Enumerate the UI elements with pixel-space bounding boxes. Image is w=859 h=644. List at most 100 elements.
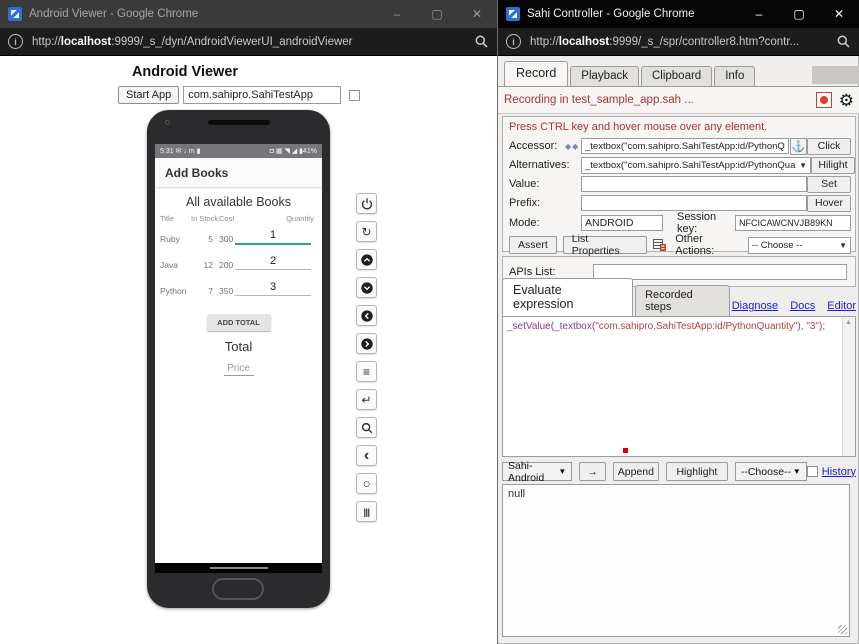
hilight-button[interactable]: Hilight: [811, 156, 855, 174]
circle-up-icon[interactable]: [356, 249, 377, 270]
resize-handle-icon[interactable]: [838, 625, 847, 634]
circle-down-icon[interactable]: [356, 277, 377, 298]
tab-clipboard[interactable]: Clipboard: [640, 66, 713, 86]
close-button[interactable]: ✕: [819, 0, 859, 28]
tab-playback[interactable]: Playback: [570, 66, 639, 86]
power-icon[interactable]: [356, 193, 377, 214]
anchor-icon[interactable]: ⚓: [790, 137, 807, 155]
choose-select[interactable]: --Choose-- ▼: [734, 462, 807, 481]
language-select[interactable]: Sahi-Android ▼: [502, 460, 573, 484]
book-stock: 5: [208, 234, 213, 244]
page-info-icon[interactable]: i: [8, 34, 23, 49]
search-icon[interactable]: [356, 417, 377, 438]
list-properties-button[interactable]: List Properties: [562, 233, 648, 257]
gear-icon[interactable]: ⚙: [839, 92, 854, 109]
hover-button[interactable]: Hover: [807, 194, 851, 212]
left-url-bar[interactable]: i http://localhost:9999/_s_/dyn/AndroidV…: [0, 28, 497, 56]
speaker-slot: [208, 120, 270, 125]
quantity-input[interactable]: 3: [235, 281, 311, 296]
accessor-input[interactable]: [581, 138, 790, 154]
enter-icon[interactable]: ↵: [356, 389, 377, 410]
output-value: null: [508, 488, 526, 500]
maximize-button[interactable]: ▢: [779, 0, 819, 28]
close-button[interactable]: ✕: [457, 0, 497, 28]
left-titlebar[interactable]: Android Viewer - Google Chrome – ▢ ✕: [0, 0, 497, 28]
right-titlebar[interactable]: Sahi Controller - Google Chrome – ▢ ✕: [498, 0, 859, 28]
left-url[interactable]: http://localhost:9999/_s_/dyn/AndroidVie…: [32, 36, 474, 48]
diagnose-link[interactable]: Diagnose: [732, 300, 778, 312]
search-icon[interactable]: [474, 34, 489, 49]
controller-content: Record Playback Clipboard Info Recording…: [498, 56, 859, 644]
record-button[interactable]: [815, 92, 832, 108]
camera-icon: [165, 120, 170, 125]
circle-right-icon[interactable]: [356, 333, 377, 354]
history-checkbox[interactable]: [806, 466, 818, 477]
recents-icon[interactable]: |||: [356, 501, 377, 522]
accessor-marker-icon[interactable]: ◆◆: [565, 142, 581, 151]
alternatives-select[interactable]: _textbox("com.sahipro.SahiTestApp:id/Pyt…: [581, 156, 811, 174]
tab-info[interactable]: Info: [714, 66, 756, 86]
append-button[interactable]: Append: [612, 462, 659, 481]
editor-link[interactable]: Editor: [827, 300, 856, 312]
chevron-down-icon: ▼: [792, 467, 801, 476]
menu-icon[interactable]: ≡: [356, 361, 377, 382]
controller-tabs: Record Playback Clipboard Info: [498, 61, 859, 86]
right-url[interactable]: http://localhost:9999/_s_/spr/controller…: [530, 36, 836, 48]
app-package-input[interactable]: [183, 86, 342, 104]
assert-button[interactable]: Assert: [509, 236, 557, 254]
refresh-icon[interactable]: ↻: [356, 221, 377, 242]
left-window-title: Android Viewer - Google Chrome: [29, 8, 199, 20]
apis-list-input[interactable]: [593, 263, 847, 280]
run-arrow-button[interactable]: →: [579, 462, 606, 481]
search-icon[interactable]: [836, 34, 851, 49]
value-input[interactable]: [581, 176, 807, 192]
add-total-button[interactable]: ADD TOTAL: [206, 314, 271, 331]
quantity-input[interactable]: 1: [235, 229, 311, 245]
highlight-button[interactable]: Highlight: [665, 462, 728, 481]
scroll-up-icon[interactable]: ▲: [845, 319, 852, 326]
set-button[interactable]: Set: [807, 175, 851, 193]
circle-left-icon[interactable]: [356, 305, 377, 326]
tab-record[interactable]: Record: [504, 61, 569, 86]
session-key-input[interactable]: [735, 215, 851, 231]
back-icon[interactable]: ‹: [356, 445, 377, 466]
viewer-checkbox[interactable]: [349, 89, 361, 101]
tab-recorded-steps[interactable]: Recorded steps: [635, 285, 730, 316]
record-dot-icon: [819, 96, 828, 104]
book-cost: 350: [219, 286, 234, 296]
home-button[interactable]: [212, 578, 264, 600]
expression-line: _setValue(_textbox("com.sahipro.SahiTest…: [507, 321, 826, 332]
home-circle-icon[interactable]: ○: [356, 473, 377, 494]
scrollbar[interactable]: ▲: [842, 317, 855, 456]
quantity-input[interactable]: 2: [235, 255, 311, 270]
page-info-icon[interactable]: i: [506, 34, 521, 49]
desktop: Android Viewer - Google Chrome – ▢ ✕ i h…: [0, 0, 859, 644]
book-cost: 300: [219, 234, 234, 244]
right-url-bar[interactable]: i http://localhost:9999/_s_/spr/controll…: [498, 28, 859, 56]
book-title: Ruby: [160, 234, 180, 244]
sahi-favicon: [506, 7, 520, 21]
tab-evaluate-expression[interactable]: Evaluate expression: [502, 278, 634, 316]
minimize-button[interactable]: –: [739, 0, 779, 28]
minimize-button[interactable]: –: [377, 0, 417, 28]
mode-input[interactable]: [581, 215, 663, 231]
book-stock: 12: [203, 260, 213, 270]
output-area[interactable]: null: [502, 484, 850, 637]
android-screen[interactable]: 5:31 ✉ ↓ m ▮ ◘ ▦ ◥ ◢ ▮41% Add Books All …: [155, 144, 322, 573]
page-title: Android Viewer: [131, 64, 239, 80]
maximize-button[interactable]: ▢: [417, 0, 457, 28]
book-title: Java: [160, 260, 178, 270]
accessor-group: Press CTRL key and hover mouse over any …: [502, 116, 856, 257]
total-label: Total: [224, 339, 253, 354]
history-link[interactable]: History: [822, 466, 856, 478]
prefix-input[interactable]: [581, 195, 807, 211]
book-title: Python: [160, 286, 187, 296]
start-app-button[interactable]: Start App: [118, 86, 180, 104]
other-actions-select[interactable]: -- Choose -- ▼: [747, 236, 851, 254]
evaluate-expression-area[interactable]: _setValue(_textbox("com.sahipro.SahiTest…: [502, 316, 856, 457]
docs-link[interactable]: Docs: [790, 300, 815, 312]
click-button[interactable]: Click: [807, 137, 851, 155]
script-table-icon[interactable]: [653, 238, 667, 252]
price-input[interactable]: Price: [223, 363, 254, 376]
status-bar: 5:31 ✉ ↓ m ▮ ◘ ▦ ◥ ◢ ▮41%: [155, 144, 322, 158]
